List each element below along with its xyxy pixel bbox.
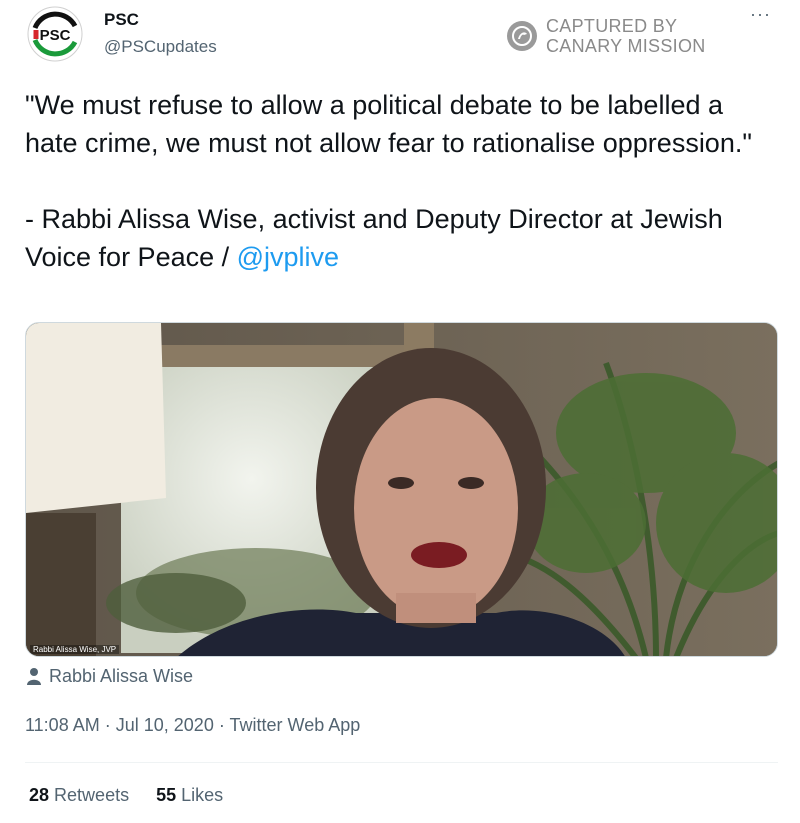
tweet-stats: 28 Retweets 55 Likes [29, 785, 223, 806]
retweets-count: 28 [29, 785, 50, 805]
likes-label: Likes [181, 785, 224, 805]
likes-count: 55 [156, 785, 177, 805]
likes-stat[interactable]: 55 Likes [156, 785, 223, 805]
author-display-name[interactable]: PSC [104, 10, 139, 30]
video-frame-illustration [26, 323, 777, 656]
canary-logo-icon [507, 21, 537, 51]
author-handle[interactable]: @PSCupdates [104, 37, 217, 57]
tweet-text: "We must refuse to allow a political deb… [25, 86, 765, 276]
avatar-text: PSC [40, 27, 71, 44]
retweets-stat[interactable]: 28 Retweets [29, 785, 129, 805]
meta-separator: · [218, 715, 225, 735]
tagged-person-name: Rabbi Alissa Wise [49, 666, 194, 686]
tweet-attribution: - Rabbi Alissa Wise, activist and Deputy… [25, 200, 765, 276]
more-options-icon[interactable]: ··· [750, 4, 771, 25]
retweets-label: Retweets [54, 785, 130, 805]
mention-link[interactable]: @jvplive [237, 242, 339, 272]
watermark-text: CAPTURED BY CANARY MISSION [546, 16, 706, 56]
tweet-date[interactable]: Jul 10, 2020 [116, 715, 214, 735]
person-icon [27, 668, 41, 685]
tagged-person[interactable]: Rabbi Alissa Wise [27, 666, 193, 687]
watermark-line-2: CANARY MISSION [546, 36, 706, 56]
tweet-meta: 11:08 AM · Jul 10, 2020 · Twitter Web Ap… [25, 715, 360, 736]
watermark-line-1: CAPTURED BY [546, 16, 678, 36]
tweet-video-still[interactable]: Rabbi Alissa Wise, JVP [25, 322, 778, 657]
tweet-time[interactable]: 11:08 AM [25, 715, 100, 735]
tweet-source[interactable]: Twitter Web App [230, 715, 361, 735]
tweet-quote: "We must refuse to allow a political deb… [25, 90, 752, 158]
video-name-overlay: Rabbi Alissa Wise, JVP [30, 645, 120, 654]
tweet-card: PSC PSC @PSCupdates CAPTURED BY CANARY M… [0, 0, 800, 823]
attribution-text: - Rabbi Alissa Wise, activist and Deputy… [25, 204, 723, 272]
meta-separator: · [104, 715, 111, 735]
avatar[interactable]: PSC [27, 6, 83, 62]
divider [25, 762, 778, 763]
